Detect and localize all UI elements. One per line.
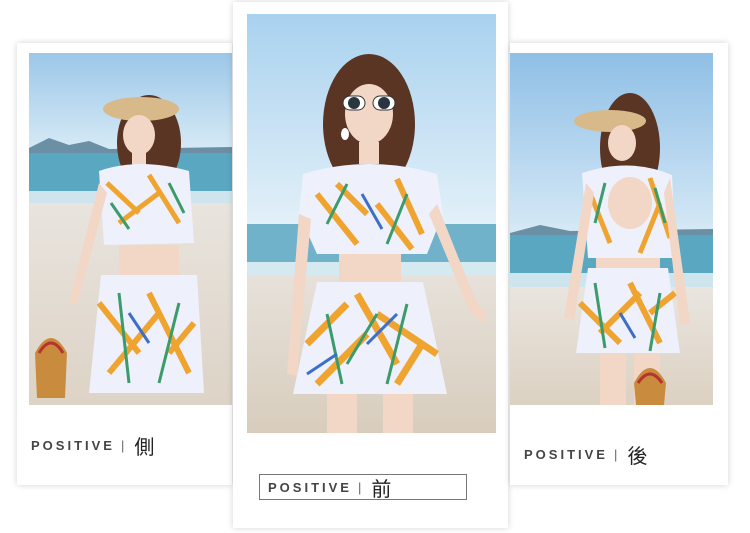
caption-separator: | — [613, 447, 618, 462]
side-view-caption: POSITIVE | 側 — [31, 431, 154, 460]
caption-cjk-label: 側 — [134, 435, 155, 459]
front-view-caption: POSITIVE | 前 — [259, 474, 467, 501]
caption-label: POSITIVE — [524, 447, 608, 462]
front-view-photo — [247, 14, 496, 433]
caption-separator: | — [357, 479, 362, 495]
back-view-card: POSITIVE | 後 — [510, 43, 728, 485]
side-view-photo — [29, 53, 232, 405]
front-view-card: POSITIVE | 前 — [233, 2, 508, 528]
caption-separator: | — [120, 438, 125, 453]
caption-cjk-label: 前 — [371, 476, 392, 501]
caption-label: POSITIVE — [268, 479, 352, 495]
caption-label: POSITIVE — [31, 438, 115, 453]
caption-cjk-label: 後 — [627, 444, 648, 468]
back-view-caption: POSITIVE | 後 — [524, 440, 647, 469]
back-view-photo — [510, 53, 713, 405]
side-view-card: POSITIVE | 側 — [17, 43, 232, 485]
